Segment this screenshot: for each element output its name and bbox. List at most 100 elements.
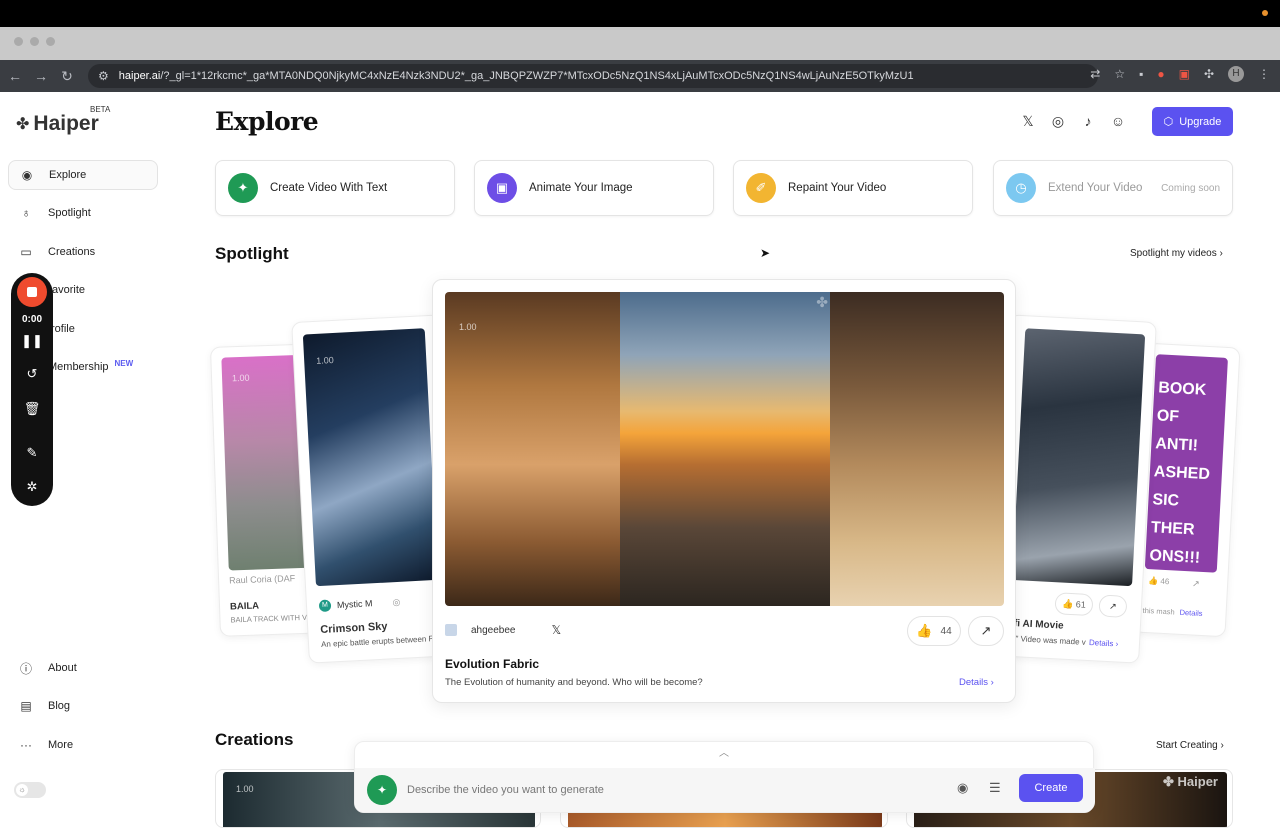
action-label: Extend Your Video: [1048, 182, 1143, 194]
prompt-input[interactable]: [407, 778, 887, 802]
url-path: /?_gl=1*12rkcmc*_ga*MTA0NDQ0NjkyMC4xNzE4…: [160, 70, 914, 82]
reload-icon[interactable]: ↻: [54, 68, 80, 85]
image-icon: ▣: [487, 173, 517, 203]
sidebar-item-label: rofile: [51, 323, 75, 335]
spotlight-card-scifi[interactable]: 👍 61 ↗ i-fi AI Movie us" Video was made …: [991, 314, 1157, 664]
video-desc: us" Video was made v: [1006, 633, 1086, 647]
author-name[interactable]: ahgeebee: [471, 625, 516, 636]
author-avatar: [445, 624, 457, 636]
video-thumbnail: [1012, 328, 1146, 587]
sidebar-item-explore[interactable]: ◉ Explore: [8, 160, 158, 190]
prompt-input-row: ✦ ◉ ☰ Create: [355, 768, 1095, 812]
x-icon[interactable]: 𝕏: [1020, 113, 1036, 130]
author-name: Mystic M: [336, 598, 373, 611]
eye-icon[interactable]: ◉: [957, 780, 968, 796]
pause-icon[interactable]: ❚❚: [11, 333, 53, 349]
prompt-bar: ︿ ✦ ◉ ☰ Create: [354, 741, 1095, 813]
video-desc: this mash: [1142, 605, 1175, 617]
sidebar-item-label: avorite: [52, 284, 86, 296]
haiper-watermark: ✤ Haiper: [1163, 774, 1218, 789]
pen-icon[interactable]: ✎: [11, 445, 53, 461]
restart-icon[interactable]: ↺: [11, 366, 53, 382]
compass-icon: ◉: [21, 168, 33, 182]
stop-record-button[interactable]: [17, 277, 47, 307]
trash-icon[interactable]: 🗑: [11, 401, 53, 417]
chevron-up-icon[interactable]: ︿: [719, 744, 729, 759]
address-bar: ← → ↻ ⚙ haiper.ai/?_gl=1*12rkcmc*_ga*MTA…: [0, 60, 1280, 92]
bookmark-star-icon[interactable]: ☆: [1114, 67, 1125, 81]
profile-avatar[interactable]: H: [1228, 66, 1244, 82]
author-name: Raul Coria (DAF: [228, 573, 296, 586]
video-title: Evolution Fabric: [445, 657, 540, 671]
window-close-dot[interactable]: [14, 37, 23, 46]
sidebar-item-label: More: [48, 739, 74, 751]
sidebar-item-label: About: [48, 662, 77, 674]
details-link[interactable]: Details: [1179, 608, 1202, 618]
animate-your-image-card[interactable]: ▣ Animate Your Image: [474, 160, 714, 216]
like-button[interactable]: 👍 61: [1054, 592, 1094, 617]
create-video-with-text-card[interactable]: ✦ Create Video With Text: [215, 160, 455, 216]
upgrade-label: Upgrade: [1179, 115, 1222, 128]
spotlight-heading: Spotlight: [215, 244, 289, 263]
video-frame-center: [620, 292, 830, 606]
video-player[interactable]: 1.00 ✤: [445, 292, 1004, 606]
more-icon: ···: [20, 738, 32, 752]
instagram-icon[interactable]: ◎: [1050, 113, 1066, 130]
sidebar-item-about[interactable]: ⓘ About: [8, 653, 158, 683]
start-creating-label: Start Creating: [1156, 740, 1218, 751]
theme-toggle[interactable]: ☼: [14, 782, 46, 798]
details-link[interactable]: Details ›: [959, 677, 994, 688]
sidebar-item-creations[interactable]: ▭ Creations: [8, 237, 158, 267]
beta-badge: BETA: [90, 105, 111, 114]
puzzle-icon[interactable]: ✣: [1204, 67, 1214, 81]
action-label: Repaint Your Video: [788, 182, 887, 194]
sidebar-item-more[interactable]: ··· More: [8, 730, 158, 760]
upgrade-button[interactable]: ⬡ Upgrade: [1152, 107, 1233, 136]
text-to-video-icon[interactable]: ✦: [367, 775, 397, 805]
share-button[interactable]: ↗: [1098, 594, 1128, 618]
create-button[interactable]: Create: [1019, 774, 1083, 802]
repaint-your-video-card[interactable]: ✐ Repaint Your Video: [733, 160, 973, 216]
share-icon[interactable]: ↗: [1192, 578, 1200, 589]
playback-speed-tag: 1.00: [236, 784, 254, 794]
haiper-logo[interactable]: ✤ Haiper BETA: [16, 105, 110, 136]
spotlight-my-videos-link[interactable]: Spotlight my videos ›: [1130, 248, 1223, 259]
share-button[interactable]: ↗: [968, 616, 1004, 646]
x-icon[interactable]: 𝕏: [552, 623, 562, 637]
translate-icon[interactable]: ⇄: [1090, 67, 1100, 81]
like-button[interactable]: 👍 44: [907, 616, 961, 646]
action-label: Animate Your Image: [529, 182, 633, 194]
discord-icon[interactable]: ☺: [1110, 113, 1126, 130]
like-count-value: 61: [1075, 599, 1087, 610]
video-frame-right: [830, 292, 1004, 606]
like-count[interactable]: 👍 46: [1148, 576, 1170, 586]
video-extension-icon[interactable]: ▣: [1179, 67, 1190, 81]
author-row: M Mystic M ◎: [318, 596, 401, 613]
recorder-extension-icon[interactable]: ●: [1157, 67, 1164, 81]
info-icon: ⓘ: [19, 661, 32, 676]
effects-icon[interactable]: ✲: [11, 479, 53, 495]
recording-dot: [1262, 10, 1268, 16]
sidebar-item-spotlight[interactable]: ♁ Spotlight: [8, 198, 158, 228]
playback-speed-tag: 1.00: [231, 372, 250, 384]
tiktok-icon[interactable]: ♪: [1080, 113, 1096, 130]
settings-sliders-icon[interactable]: ☰: [989, 780, 1001, 796]
brush-icon: ✐: [746, 173, 776, 203]
details-link[interactable]: Details ›: [1089, 638, 1119, 649]
extension-icon[interactable]: ▪: [1139, 67, 1143, 81]
like-count-value: 46: [1160, 576, 1170, 587]
video-title: BAILA: [229, 600, 260, 613]
start-creating-link[interactable]: Start Creating ›: [1156, 740, 1224, 751]
url-field[interactable]: ⚙ haiper.ai/?_gl=1*12rkcmc*_ga*MTA0NDQ0N…: [88, 64, 1098, 88]
bulb-icon: ♁: [21, 206, 31, 220]
site-settings-icon[interactable]: ⚙: [98, 69, 109, 83]
playback-speed-tag: 1.00: [459, 322, 477, 332]
back-icon[interactable]: ←: [2, 68, 28, 84]
window-minimize-dot[interactable]: [30, 37, 39, 46]
forward-icon[interactable]: →: [28, 68, 54, 84]
sidebar-item-blog[interactable]: ▤ Blog: [8, 691, 158, 721]
window-zoom-dot[interactable]: [46, 37, 55, 46]
spotlight-my-videos-label: Spotlight my videos: [1130, 248, 1217, 259]
menu-kebab-icon[interactable]: ⋮: [1258, 67, 1270, 81]
spotlight-main-card[interactable]: 1.00 ✤ ahgeebee 𝕏 👍 44 ↗ Evolution Fabri…: [432, 279, 1016, 703]
